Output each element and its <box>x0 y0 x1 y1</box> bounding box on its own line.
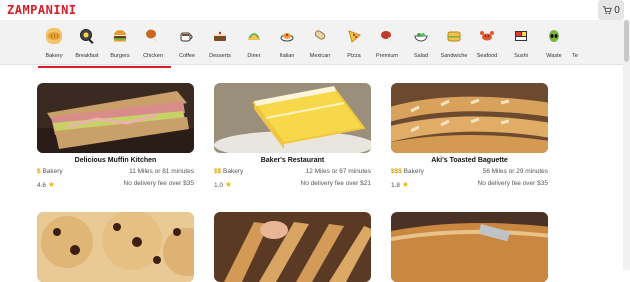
star-icon: ★ <box>224 180 233 189</box>
category-label: Desserts <box>209 53 231 59</box>
category-label: Sandwiche <box>440 53 468 59</box>
delivery-fee: No delivery fee over $35 <box>477 180 548 187</box>
category-label: Mexican <box>309 53 331 59</box>
distance-time: 12 Miles or 67 minutes <box>305 168 371 175</box>
restaurant-name[interactable]: Aki's Toasted Baguette <box>391 157 548 164</box>
restaurant-card[interactable]: Aki's Toasted Baguette $$$ Bakery 56 Mil… <box>391 83 548 192</box>
restaurant-card[interactable] <box>214 212 371 282</box>
pan-icon <box>79 28 95 44</box>
coffee-icon <box>179 28 195 44</box>
rating-value: 1.8 <box>391 182 401 189</box>
brand-logo[interactable]: ZAMPANINI <box>7 3 77 17</box>
rating-value: 4.6 <box>37 182 47 189</box>
category-italian[interactable]: Italian <box>272 28 302 64</box>
category-coffee[interactable]: Coffee <box>172 28 202 64</box>
category-label: Pizza <box>347 53 361 59</box>
alien-icon <box>546 28 562 44</box>
category-label: Sushi <box>514 53 528 59</box>
category-chicken[interactable]: Chicken <box>138 28 168 64</box>
category-label: Salad <box>413 53 429 59</box>
category-pizza[interactable]: Pizza <box>339 28 369 64</box>
salad-icon <box>413 28 429 44</box>
distance-time: 11 Miles or 81 minutes <box>129 168 194 175</box>
price-level: $$$ <box>391 168 402 175</box>
restaurant-image[interactable] <box>37 212 194 282</box>
cart-button[interactable]: 0 <box>598 0 624 20</box>
restaurant-card[interactable] <box>37 212 194 282</box>
star-icon: ★ <box>401 180 410 189</box>
delivery-fee: No delivery fee over $35 <box>123 180 194 187</box>
drumstick-icon <box>145 28 161 44</box>
burrito-icon <box>312 28 328 44</box>
restaurant-category: Bakery <box>403 168 424 175</box>
category-bar: Bakery Breakfast Burgers Chicken Coffee … <box>0 20 630 65</box>
bento-icon <box>513 28 529 44</box>
active-category-underline <box>38 66 171 68</box>
restaurant-name[interactable]: Delicious Muffin Kitchen <box>37 157 194 164</box>
burger-icon <box>112 28 128 44</box>
category-label: Premium <box>375 53 398 59</box>
page-scrollbar[interactable] <box>623 20 630 270</box>
category-label: Burgers <box>110 53 130 59</box>
top-header: ZAMPANINI 0 <box>0 0 630 20</box>
category-label: Bakery <box>45 53 63 59</box>
price-level: $$ <box>214 168 222 175</box>
restaurant-card[interactable]: Baker's Restaurant $$ Bakery 12 Miles or… <box>214 83 371 192</box>
bread-icon <box>46 28 62 44</box>
category-seafood[interactable]: Seafood <box>472 28 502 64</box>
restaurant-image[interactable] <box>214 83 371 153</box>
category-diner[interactable]: Diner <box>239 28 269 64</box>
restaurant-card[interactable] <box>391 212 548 282</box>
price-level: $ <box>37 168 41 175</box>
restaurant-image[interactable] <box>391 212 548 282</box>
crab-icon <box>479 28 495 44</box>
category-salad[interactable]: Salad <box>406 28 436 64</box>
category-label: Waste <box>546 53 562 59</box>
meat-icon <box>379 28 395 44</box>
pizza-icon <box>346 28 362 44</box>
taco-icon <box>246 28 262 44</box>
scrollbar-thumb[interactable] <box>624 20 629 62</box>
star-icon: ★ <box>47 180 56 189</box>
category-burgers[interactable]: Burgers <box>105 28 135 64</box>
cart-icon <box>603 6 612 15</box>
category-premium[interactable]: Premium <box>372 28 402 64</box>
restaurant-category: Bakery <box>42 168 63 175</box>
category-sushi[interactable]: Sushi <box>506 28 536 64</box>
category-bakery[interactable]: Bakery <box>39 28 69 64</box>
restaurant-name[interactable]: Baker's Restaurant <box>214 157 371 164</box>
category-breakfast[interactable]: Breakfast <box>72 28 102 64</box>
category-label: Breakfast <box>75 53 99 59</box>
restaurant-image[interactable] <box>214 212 371 282</box>
spaghetti-icon <box>279 28 295 44</box>
category-label: Chicken <box>143 53 163 59</box>
category-waste[interactable]: Waste <box>539 28 569 64</box>
category-label: Te <box>572 53 578 59</box>
restaurant-card[interactable]: Delicious Muffin Kitchen $ Bakery 11 Mil… <box>37 83 194 192</box>
rating-value: 1.0 <box>214 182 224 189</box>
restaurant-image[interactable] <box>37 83 194 153</box>
sandwich-icon <box>446 28 462 44</box>
restaurant-category: Bakery <box>223 168 244 175</box>
restaurant-image[interactable] <box>391 83 548 153</box>
delivery-fee: No delivery fee over $21 <box>300 180 371 187</box>
category-label: Italian <box>279 53 295 59</box>
category-label: Coffee <box>178 53 196 59</box>
category-label: Diner <box>247 53 261 59</box>
cart-count: 0 <box>614 4 620 16</box>
distance-time: 56 Miles or 29 minutes <box>482 168 548 175</box>
cake-icon <box>212 28 228 44</box>
category-label: Seafood <box>476 53 498 59</box>
cup-icon <box>567 28 583 44</box>
category-desserts[interactable]: Desserts <box>205 28 235 64</box>
category-sandwiche[interactable]: Sandwiche <box>439 28 469 64</box>
category-te[interactable]: Te <box>566 28 584 64</box>
category-mexican[interactable]: Mexican <box>305 28 335 64</box>
